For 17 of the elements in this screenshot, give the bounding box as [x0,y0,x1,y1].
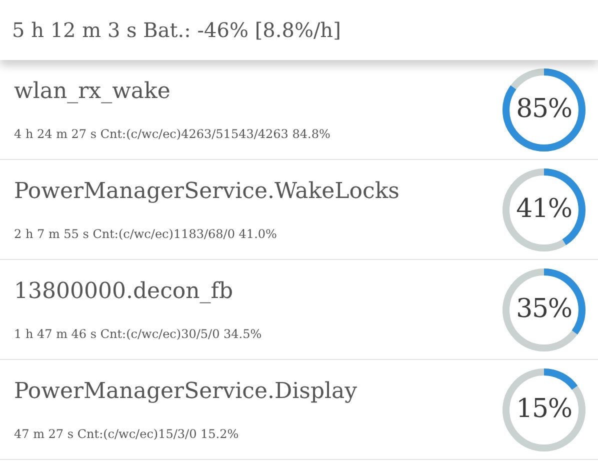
percent-label: 35% [516,293,572,326]
wakelock-row[interactable]: wlan_rx_wake 4 h 24 m 27 s Cnt:(c/wc/ec)4263/51543/4263 84.8% 85% [0,60,598,160]
wakelock-row[interactable]: PowerManagerService.Display 47 m 27 s Cnt:(c/wc/ec)15/3/0 15.2% 15% [0,360,598,460]
wakelock-name: wlan_rx_wake [14,78,172,104]
summary-text: 5 h 12 m 3 s Bat.: -46% [8.8%/h] [12,17,341,44]
wakelock-details: 1 h 47 m 46 s Cnt:(c/wc/ec)30/5/0 34.5% [14,326,263,340]
percent-label: 85% [516,93,572,126]
wakelock-name: 13800000.decon_fb [14,278,234,304]
wakelock-details: 4 h 24 m 27 s Cnt:(c/wc/ec)4263/51543/4263 84.8% [14,126,332,140]
wakelock-name: PowerManagerService.WakeLocks [14,178,400,204]
wakelock-name: PowerManagerService.Display [14,378,358,404]
wakelock-details: 2 h 7 m 55 s Cnt:(c/wc/ec)1183/68/0 41.0% [14,226,278,240]
wakelock-row[interactable]: 13800000.decon_fb 1 h 47 m 46 s Cnt:(c/wc/ec)30/5/0 34.5% 35% [0,260,598,360]
percent-label: 15% [516,393,572,426]
wakelock-details: 47 m 27 s Cnt:(c/wc/ec)15/3/0 15.2% [14,426,240,440]
percent-label: 41% [516,193,572,226]
wakelock-row[interactable]: PowerManagerService.WakeLocks 2 h 7 m 55 s Cnt:(c/wc/ec)1183/68/0 41.0% 41% [0,160,598,260]
